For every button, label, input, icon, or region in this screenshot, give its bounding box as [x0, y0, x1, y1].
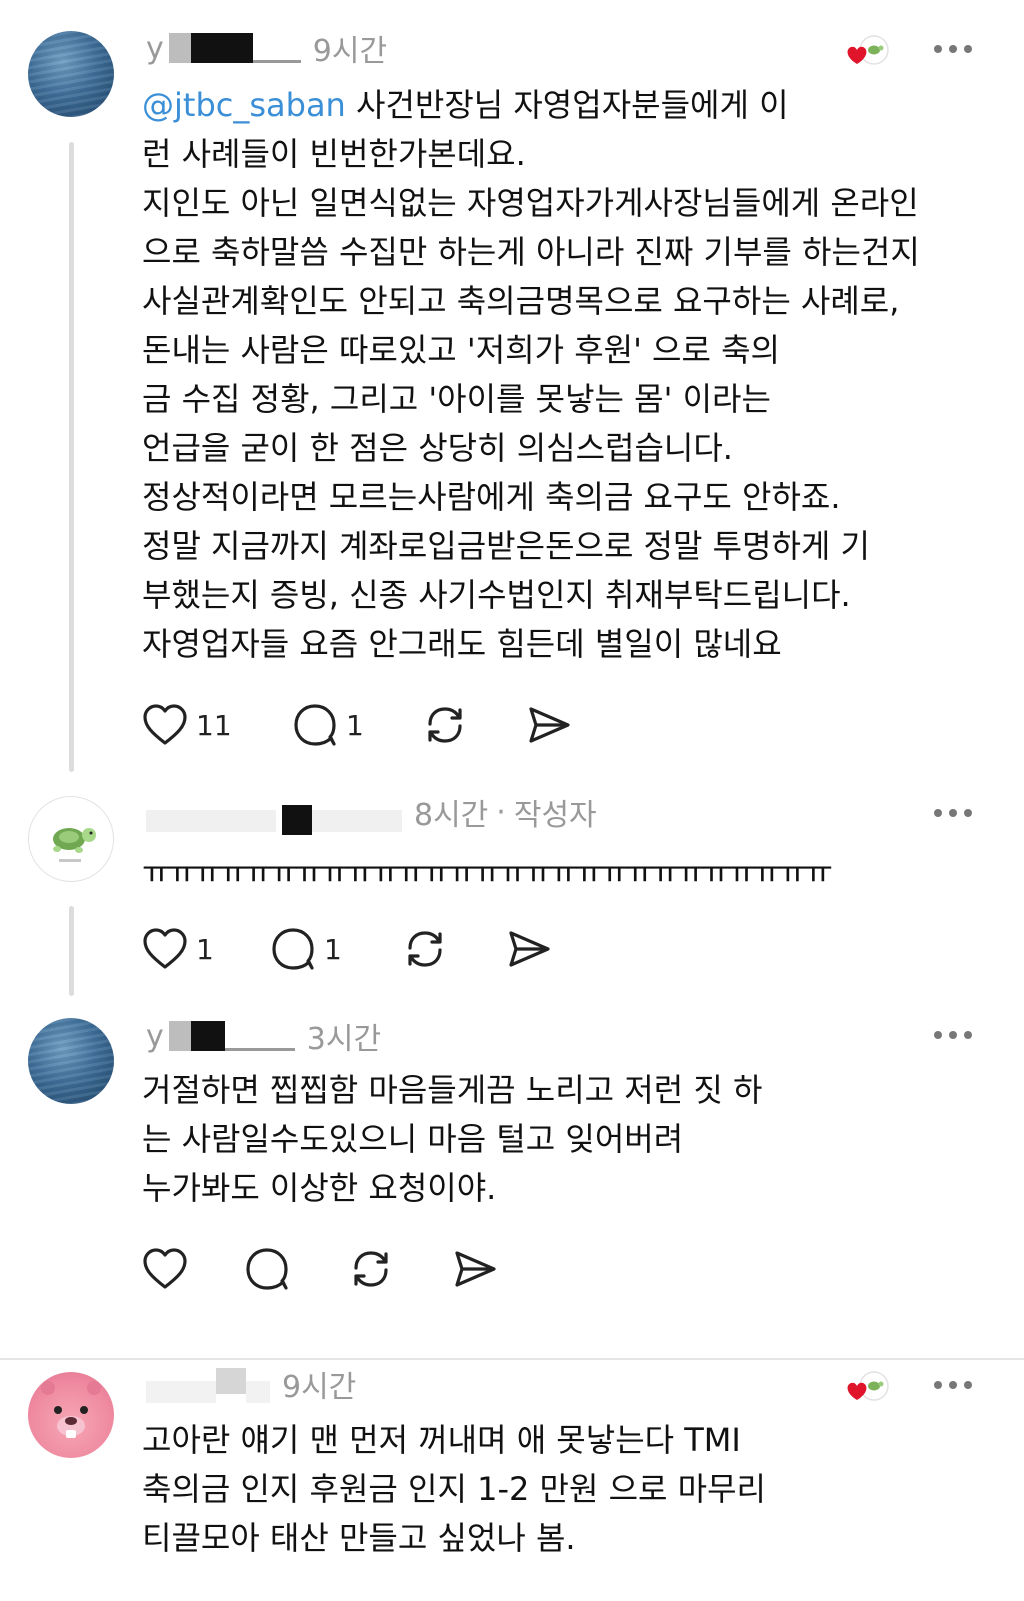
- send-icon: [509, 931, 550, 967]
- more-dots-icon: [934, 1031, 942, 1039]
- redaction-block: [190, 33, 253, 63]
- post-body: ㅠㅠㅠㅠㅠㅠㅠㅠㅠㅠㅠㅠㅠㅠㅠㅠㅠㅠㅠㅠㅠㅠㅠㅠㅠㅠㅠ: [142, 853, 833, 891]
- redaction-block: [146, 1381, 216, 1403]
- reply-count: 1: [346, 708, 364, 742]
- more-options-button[interactable]: [934, 1381, 972, 1389]
- post-header: y 3시간: [146, 1016, 382, 1058]
- beaver-character-icon: [41, 1381, 101, 1438]
- redaction-block: [312, 810, 402, 832]
- thread-post-2: 8시간 · 작성자 ㅠㅠㅠㅠㅠㅠㅠㅠㅠㅠㅠㅠㅠㅠㅠㅠㅠㅠㅠㅠㅠㅠㅠㅠㅠㅠㅠ 1 …: [0, 780, 1024, 1000]
- more-dots-icon: [934, 809, 942, 817]
- thread-post-4: 9시간 고아란 얘기 맨 먼저 꺼내며 애 못낳는다 TMI 축의금 인지 후원…: [0, 1360, 1024, 1601]
- username[interactable]: y: [146, 31, 165, 66]
- redaction-block: [246, 1381, 270, 1403]
- thread-connector-line: [69, 142, 74, 772]
- like-count: 11: [196, 708, 232, 742]
- like-count: 1: [196, 932, 214, 966]
- reply-button[interactable]: 1: [270, 926, 402, 972]
- more-options-button[interactable]: [934, 1031, 972, 1039]
- repost-icon: [354, 1251, 388, 1287]
- post-actions: 1 1: [142, 926, 552, 972]
- thread-connector-line: [69, 906, 74, 996]
- author-tag: 작성자: [513, 798, 597, 833]
- post-header: 8시간 · 작성자: [146, 792, 597, 835]
- post-actions: [142, 1246, 498, 1292]
- reply-button[interactable]: [244, 1246, 348, 1292]
- like-button[interactable]: [142, 1247, 244, 1291]
- post-time: 9시간: [282, 1370, 357, 1405]
- share-button[interactable]: [506, 926, 552, 972]
- turtle-icon: [53, 828, 96, 862]
- avatar[interactable]: [28, 796, 114, 882]
- redaction-block: [282, 805, 312, 835]
- post-time: 9시간: [312, 34, 388, 69]
- avatar[interactable]: [28, 1372, 114, 1458]
- thread-post-1: y 9시간 @jtbc_saban 사건반장님 자영업자분들에게 이 런 사례들…: [0, 0, 1024, 780]
- redaction-block: [190, 1021, 225, 1051]
- repost-icon: [408, 931, 442, 967]
- repost-button[interactable]: [402, 926, 506, 972]
- more-dots-icon: [934, 1381, 942, 1389]
- avatar[interactable]: [28, 31, 114, 117]
- post-body: @jtbc_saban 사건반장님 자영업자분들에게 이 런 사례들이 빈번한가…: [142, 86, 920, 663]
- post-actions: 11 1: [142, 702, 572, 748]
- comment-bubble-icon: [272, 928, 314, 970]
- redaction-block: [224, 1047, 295, 1051]
- more-options-button[interactable]: [934, 45, 972, 53]
- send-icon: [529, 707, 570, 743]
- liked-by-author-badge: [847, 35, 889, 65]
- send-icon: [455, 1251, 496, 1287]
- reply-button[interactable]: 1: [292, 702, 422, 748]
- username[interactable]: y: [146, 1019, 165, 1054]
- like-button[interactable]: 11: [142, 703, 292, 747]
- liked-by-author-badge: [847, 1371, 889, 1401]
- redaction-block: [168, 1021, 191, 1051]
- comment-bubble-icon: [246, 1248, 288, 1290]
- heart-icon: [143, 928, 187, 969]
- heart-icon: [143, 704, 187, 745]
- repost-button[interactable]: [422, 702, 526, 748]
- mention-link[interactable]: @jtbc_saban: [142, 86, 346, 124]
- thread-post-3: y 3시간 거절하면 찝찝함 마음들게끔 노리고 저런 짓 하 는 사람일수도있…: [0, 1000, 1024, 1340]
- share-button[interactable]: [452, 1246, 498, 1292]
- reply-count: 1: [324, 932, 342, 966]
- avatar[interactable]: [28, 1018, 114, 1104]
- comment-bubble-icon: [294, 704, 336, 746]
- post-time: 8시간: [414, 798, 489, 833]
- post-header: y 9시간: [146, 28, 388, 70]
- post-body: 거절하면 찝찝함 마음들게끔 노리고 저런 짓 하 는 사람일수도있으니 마음 …: [142, 1071, 763, 1207]
- redaction-block: [216, 1368, 246, 1394]
- redaction-block: [168, 33, 191, 63]
- repost-button[interactable]: [348, 1246, 452, 1292]
- heart-icon: [143, 1248, 187, 1289]
- post-header: 9시간: [146, 1364, 357, 1405]
- post-time: 3시간: [306, 1022, 382, 1057]
- redaction-block: [146, 810, 276, 832]
- like-button[interactable]: 1: [142, 927, 270, 971]
- redaction-block: [252, 59, 301, 63]
- share-button[interactable]: [526, 702, 572, 748]
- repost-icon: [428, 707, 462, 743]
- more-options-button[interactable]: [934, 809, 972, 817]
- post-body: 고아란 얘기 맨 먼저 꺼내며 애 못낳는다 TMI 축의금 인지 후원금 인지…: [142, 1421, 766, 1557]
- more-dots-icon: [934, 45, 942, 53]
